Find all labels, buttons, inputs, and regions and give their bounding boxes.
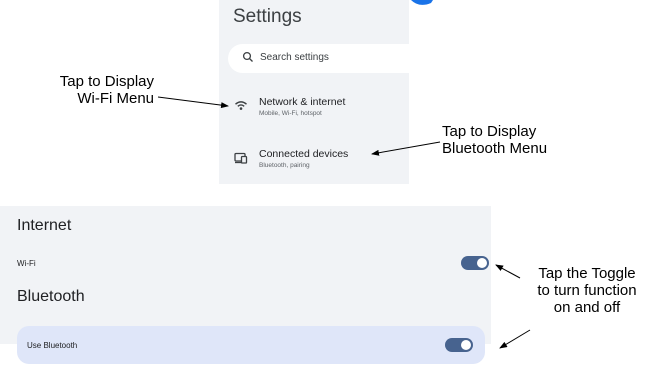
wifi-toggle[interactable]: [461, 256, 489, 270]
bluetooth-title: Bluetooth: [17, 288, 85, 305]
menu-item-connected-devices[interactable]: Connected devices Bluetooth, pairing: [219, 148, 409, 184]
internet-title: Internet: [17, 217, 72, 234]
search-input[interactable]: Search settings: [228, 44, 418, 73]
menu-item-network[interactable]: Network & internet Mobile, Wi-Fi, hotspo…: [219, 96, 409, 132]
use-bluetooth-row[interactable]: Use Bluetooth: [17, 326, 485, 364]
menu-item-subtitle: Mobile, Wi-Fi, hotspot: [259, 110, 322, 117]
settings-panel: Settings Search settings Network & inter…: [219, 0, 418, 184]
arrow-wifi-toggle: [495, 264, 521, 279]
bluetooth-toggle[interactable]: [445, 338, 473, 352]
menu-item-label: Network & internet: [259, 96, 346, 108]
bluetooth-section: Bluetooth Use Bluetooth: [0, 282, 491, 364]
menu-item-label: Connected devices: [259, 148, 349, 160]
toggle-knob: [477, 258, 487, 268]
internet-section: Internet Wi-Fi: [0, 206, 491, 282]
annotation-wifi: Tap to Display Wi-Fi Menu: [59, 73, 154, 107]
wifi-label: Wi-Fi: [17, 259, 36, 268]
wifi-icon: [235, 101, 247, 110]
annotation-toggle: Tap the Toggle to turn function on and o…: [537, 265, 637, 316]
title-accent: [411, 0, 433, 5]
toggle-knob: [461, 340, 471, 350]
arrow-bt-toggle: [499, 329, 531, 349]
search-icon: [242, 51, 253, 62]
devices-icon: [234, 152, 248, 164]
arrow-wifi: [157, 96, 229, 109]
menu-item-subtitle: Bluetooth, pairing: [259, 162, 310, 169]
search-placeholder: Search settings: [260, 52, 329, 63]
use-bluetooth-label: Use Bluetooth: [27, 341, 78, 350]
page-title: Settings: [233, 6, 302, 27]
annotation-bluetooth: Tap to Display Bluetooth Menu: [442, 123, 548, 157]
